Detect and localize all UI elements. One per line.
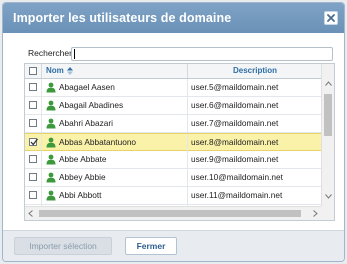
table-row[interactable]: Abbe Abbate user.9@maildomain.net xyxy=(25,151,322,169)
row-name-cell: Abbe Abbate xyxy=(42,151,188,168)
row-checkbox[interactable] xyxy=(29,101,37,109)
user-name: Abbi Abbott xyxy=(59,190,102,200)
user-name: Abbas Abbatantuono xyxy=(59,137,137,147)
import-domain-users-dialog: Importer les utilisateurs de domaine Rec… xyxy=(2,2,345,262)
user-icon xyxy=(46,137,56,148)
user-description: user.6@maildomain.net xyxy=(191,100,279,110)
scroll-left-icon[interactable] xyxy=(28,210,33,217)
close-button[interactable]: Fermer xyxy=(125,237,177,255)
row-name-cell: Abagail Abadines xyxy=(42,97,188,114)
row-name-cell: Abbi Abbott xyxy=(42,187,188,204)
table-row[interactable]: Abahri Abazari user.7@maildomain.net xyxy=(25,115,322,133)
vertical-scrollbar[interactable] xyxy=(321,64,334,206)
user-icon xyxy=(46,100,56,111)
user-description: user.11@maildomain.net xyxy=(191,190,283,200)
search-label: Rechercher : xyxy=(28,48,77,58)
row-check-cell xyxy=(25,115,42,132)
row-check-cell xyxy=(25,151,42,168)
table-row[interactable]: Abagail Abadines user.6@maildomain.net xyxy=(25,97,322,115)
row-check-cell xyxy=(25,169,42,186)
close-icon xyxy=(327,14,335,22)
scroll-right-icon[interactable] xyxy=(313,210,318,217)
user-name: Abahri Abazari xyxy=(59,118,113,128)
scrollbar-corner xyxy=(321,206,334,220)
scroll-up-icon[interactable] xyxy=(325,81,332,86)
checkmark-icon xyxy=(30,138,39,146)
row-name-cell: Abbas Abbatantuono xyxy=(42,134,188,151)
row-checkbox[interactable] xyxy=(29,173,37,181)
user-name: Abbey Abbie xyxy=(59,172,106,182)
user-description: user.9@maildomain.net xyxy=(191,154,279,164)
user-icon xyxy=(46,172,56,183)
table-row[interactable]: Abagael Aasen user.5@maildomain.net xyxy=(25,79,322,97)
dialog-titlebar: Importer les utilisateurs de domaine xyxy=(3,3,344,33)
column-name-label: Nom xyxy=(46,66,64,75)
table-row[interactable]: Abbey Abbie user.10@maildomain.net xyxy=(25,169,322,187)
user-description: user.10@maildomain.net xyxy=(191,172,283,182)
row-checkbox[interactable] xyxy=(29,191,37,199)
column-header-description[interactable]: Description xyxy=(188,64,322,78)
table-row[interactable]: Abbas Abbatantuono user.8@maildomain.net xyxy=(25,133,322,151)
grid-rows: Abagael Aasen user.5@maildomain.net Abagai… xyxy=(25,79,322,220)
row-check-cell xyxy=(25,79,42,96)
user-description: user.8@maildomain.net xyxy=(191,137,279,147)
user-icon xyxy=(46,154,56,165)
grid-header: Nom Description xyxy=(25,64,322,79)
vertical-scroll-thumb[interactable] xyxy=(324,94,332,136)
row-name-cell: Abbey Abbie xyxy=(42,169,188,186)
row-checkbox[interactable] xyxy=(29,83,37,91)
import-selection-button[interactable]: Importer sélection xyxy=(14,237,112,255)
dialog-footer: Importer sélection Fermer xyxy=(3,230,344,261)
column-description-label: Description xyxy=(232,66,277,75)
text-caret xyxy=(74,49,75,59)
user-icon xyxy=(46,118,56,129)
horizontal-scroll-thumb[interactable] xyxy=(39,210,301,217)
users-grid: Nom Description Abagael Aasen user.5@mail… xyxy=(24,63,335,221)
column-header-name[interactable]: Nom xyxy=(42,64,188,78)
row-name-cell: Abagael Aasen xyxy=(42,79,188,96)
search-input[interactable] xyxy=(71,47,333,61)
row-checkbox[interactable] xyxy=(29,119,37,127)
row-name-cell: Abahri Abazari xyxy=(42,115,188,132)
row-check-cell xyxy=(25,134,42,151)
user-icon xyxy=(46,190,56,201)
select-all-checkbox[interactable] xyxy=(29,67,37,75)
user-name: Abbe Abbate xyxy=(59,154,107,164)
dialog-title: Importer les utilisateurs de domaine xyxy=(13,11,232,25)
table-row[interactable]: Abbi Abbott user.11@maildomain.net xyxy=(25,187,322,205)
user-name: Abagael Aasen xyxy=(59,82,115,92)
user-description: user.5@maildomain.net xyxy=(191,82,279,92)
row-checkbox[interactable] xyxy=(29,138,39,146)
scroll-down-icon[interactable] xyxy=(325,194,332,199)
sort-ascending-icon xyxy=(67,67,73,75)
row-check-cell xyxy=(25,187,42,204)
horizontal-scrollbar[interactable] xyxy=(25,206,322,220)
row-check-cell xyxy=(25,97,42,114)
user-name: Abagail Abadines xyxy=(59,100,124,110)
user-icon xyxy=(46,82,56,93)
header-select-all xyxy=(25,64,42,78)
close-dialog-button[interactable] xyxy=(324,11,338,25)
search-row: Rechercher : xyxy=(23,46,335,62)
row-checkbox[interactable] xyxy=(29,155,37,163)
user-description: user.7@maildomain.net xyxy=(191,118,279,128)
